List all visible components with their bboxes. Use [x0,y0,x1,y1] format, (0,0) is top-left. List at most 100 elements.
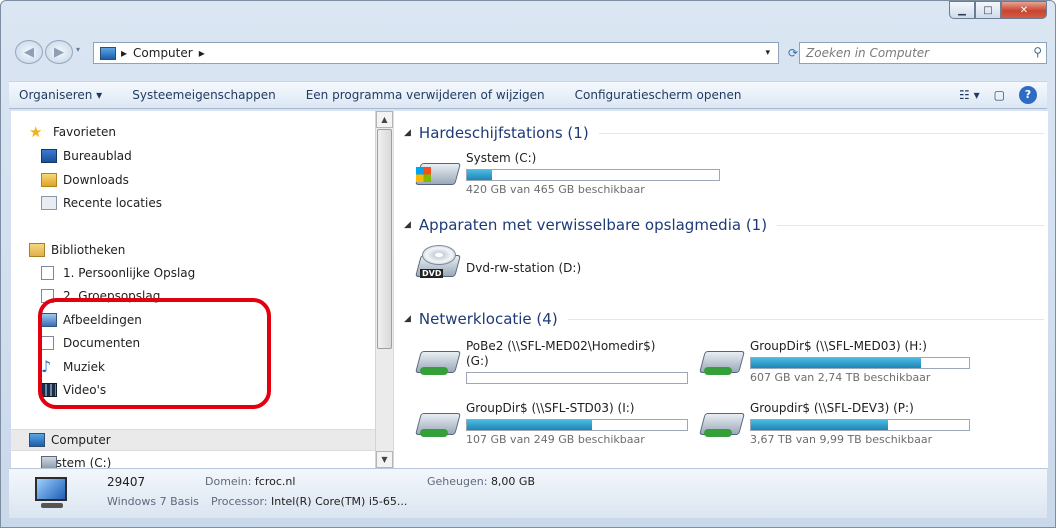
domain-info: Domein: fcroc.nl [205,475,295,488]
drive-p-usage-bar [750,419,970,431]
nav-libraries[interactable]: Bibliotheken [29,239,125,261]
nav-lib-personal[interactable]: 1. Persoonlijke Opslag [41,262,195,284]
library-icon [41,289,54,303]
nav-recent-label: Recente locaties [63,196,162,210]
divider [777,224,1044,226]
recent-places-icon [41,196,57,210]
system-properties-button[interactable]: Systeemeigenschappen [132,88,275,102]
os-edition: Windows 7 Basis [107,495,199,508]
nav-videos[interactable]: Video's [41,379,106,401]
network-drive-icon [699,401,745,441]
breadcrumb-computer[interactable]: Computer [133,46,193,60]
navigation-pane: ★ Favorieten Bureaublad Downloads Recente… [11,111,375,468]
scrollbar-thumb[interactable] [377,129,392,349]
processor-value: Intel(R) Core(TM) i5-65... [271,495,408,508]
film-icon [41,383,57,397]
uninstall-program-button[interactable]: Een programma verwijderen of wijzigen [306,88,545,102]
preview-pane-icon[interactable]: ▢ [994,88,1005,102]
nav-music[interactable]: ♪ Muziek [41,356,105,378]
domain-value: fcroc.nl [254,475,296,488]
search-input[interactable]: Zoeken in Computer ⚲ [799,42,1047,64]
nav-desktop-label: Bureaublad [63,149,132,163]
libraries-icon [29,243,45,257]
nav-pictures[interactable]: Afbeeldingen [41,309,142,331]
control-panel-button[interactable]: Configuratiescherm openen [575,88,742,102]
drive-d[interactable]: DVD Dvd-rw-station (D:) [415,243,582,283]
drive-i-usage-bar [466,419,688,431]
library-icon [41,266,54,280]
breadcrumb-separator-icon[interactable]: ▸ [121,46,127,60]
scroll-up-icon[interactable]: ▲ [376,111,393,128]
forward-button[interactable]: ▶ [45,40,73,64]
computer-icon [29,433,45,447]
documents-icon [41,336,54,350]
nav-recent[interactable]: Recente locaties [41,192,162,214]
group-header-removable[interactable]: ◢ Apparaten met verwisselbare opslagmedia… [404,215,1044,235]
computer-icon [100,46,116,60]
group-removable-label: Apparaten met verwisselbare opslagmedia … [418,216,768,234]
maximize-button[interactable]: □ [975,1,1001,19]
drive-i-size: 107 GB van 249 GB beschikbaar [466,433,645,446]
recent-pages-icon[interactable]: ▾ [76,45,80,54]
nav-downloads[interactable]: Downloads [41,169,129,191]
address-dropdown-icon[interactable]: ▾ [765,48,770,58]
nav-lib-personal-label: 1. Persoonlijke Opslag [63,266,196,280]
music-note-icon: ♪ [41,357,52,376]
nav-libraries-label: Bibliotheken [51,243,126,257]
group-hdd-label: Hardeschijfstations (1) [418,124,589,142]
collapse-triangle-icon[interactable]: ◢ [404,220,411,230]
divider [567,318,1044,320]
drive-p-name: Groupdir$ (\\SFL-DEV3) (P:) [750,401,914,415]
nav-pictures-label: Afbeeldingen [63,313,142,327]
drive-g[interactable]: PoBe2 (\\SFL-MED02\Homedir$) (G:) [415,339,688,384]
address-row: ◀ ▶ ▾ ▸ Computer ▸ ▾ ⟳ Zoeken in Compute… [9,39,1047,65]
nav-lib-group[interactable]: 2. Groepsopslag [41,285,160,307]
view-options-icon[interactable]: ☷ ▾ [959,88,980,102]
drive-g-usage-bar [466,372,688,384]
minimize-button[interactable]: ▁ [949,1,975,19]
close-button[interactable]: ✕ [1001,1,1047,19]
breadcrumb-chevron-icon[interactable]: ▸ [199,46,205,60]
drive-g-name: PoBe2 (\\SFL-MED02\Homedir$) [466,339,656,353]
domain-label: Domein: [205,475,252,488]
drive-c-usage-bar [466,169,720,181]
drive-p[interactable]: Groupdir$ (\\SFL-DEV3) (P:) 3,67 TB van … [699,401,970,446]
nav-lib-group-label: 2. Groepsopslag [63,289,161,303]
nav-desktop[interactable]: Bureaublad [41,145,132,167]
collapse-triangle-icon[interactable]: ◢ [404,128,411,138]
star-icon: ★ [29,123,43,141]
group-header-hdd[interactable]: ◢ Hardeschijfstations (1) [404,123,1044,143]
group-header-network[interactable]: ◢ Netwerklocatie (4) [404,309,1044,329]
back-button[interactable]: ◀ [15,40,43,64]
collapse-triangle-icon[interactable]: ◢ [404,314,411,324]
drive-c[interactable]: System (C:) 420 GB van 465 GB beschikbaa… [415,151,720,196]
search-placeholder: Zoeken in Computer [806,46,930,60]
navigation-scrollbar[interactable]: ▲ ▼ [375,111,393,468]
processor-label: Processor: [211,495,268,508]
group-network-label: Netwerklocatie (4) [418,310,558,328]
drive-i-name: GroupDir$ (\\SFL-STD03) (I:) [466,401,635,415]
drive-d-name: Dvd-rw-station (D:) [466,261,582,275]
drive-h-size: 607 GB van 2,74 TB beschikbaar [750,371,931,384]
help-icon[interactable]: ? [1019,86,1037,104]
nav-system-c[interactable]: System (C:) [41,452,111,468]
nav-computer[interactable]: Computer [29,429,111,451]
memory-label: Geheugen: [427,475,488,488]
drive-i[interactable]: GroupDir$ (\\SFL-STD03) (I:) 107 GB van … [415,401,688,446]
organize-button[interactable]: Organiseren ▾ [19,88,102,102]
network-drive-icon [415,401,461,441]
window-controls: ▁ □ ✕ [949,1,1047,19]
address-bar[interactable]: ▸ Computer ▸ ▾ [93,42,779,64]
command-bar: Organiseren ▾ Systeemeigenschappen Een p… [9,81,1047,109]
drive-g-letter: (G:) [466,354,489,368]
drive-c-name: System (C:) [466,151,537,165]
network-drive-icon [699,339,745,379]
scroll-down-icon[interactable]: ▼ [376,451,393,468]
memory-value: 8,00 GB [490,475,535,488]
nav-documents[interactable]: Documenten [41,332,140,354]
explorer-window: ▁ □ ✕ ◀ ▶ ▾ ▸ Computer ▸ ▾ ⟳ Zoeken in C… [0,0,1056,528]
search-icon[interactable]: ⚲ [1033,45,1042,59]
nav-favorites[interactable]: ★ Favorieten [29,121,116,143]
downloads-icon [41,173,57,187]
drive-h[interactable]: GroupDir$ (\\SFL-MED03) (H:) 607 GB van … [699,339,970,384]
